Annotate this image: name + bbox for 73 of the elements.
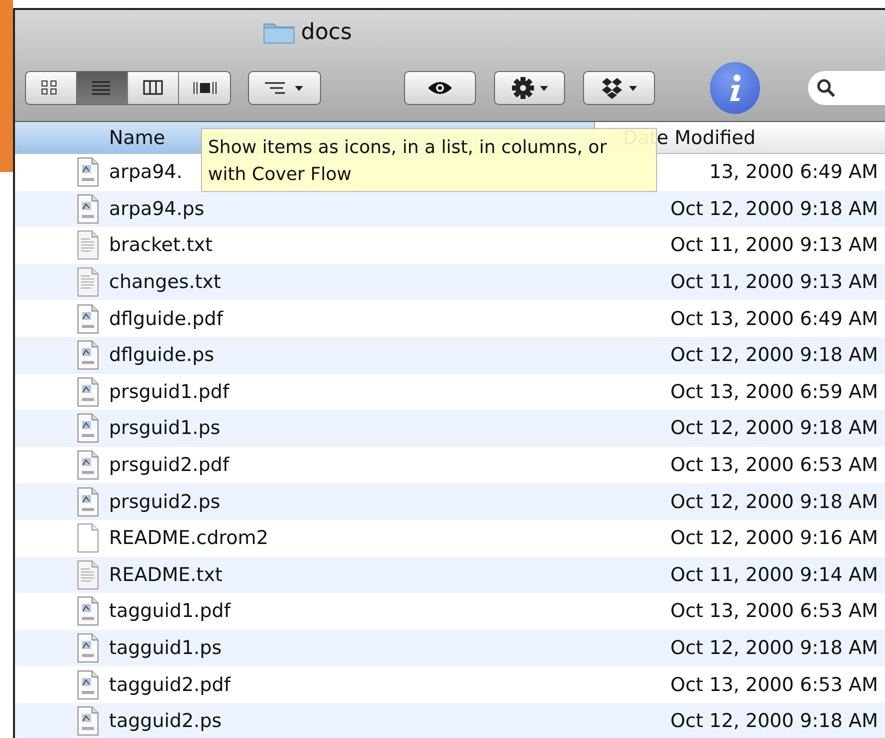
file-name: prsguid2.ps [109,490,220,513]
file-row[interactable]: tagguid2.ps Oct 12, 2000 9:18 AM [15,702,885,738]
dropbox-button[interactable] [583,71,655,105]
file-row[interactable]: prsguid1.ps Oct 12, 2000 9:18 AM [15,410,885,447]
date-modified: Oct 13, 2000 6:49 AM [670,308,878,330]
file-name: tagguid2.ps [109,710,222,732]
file-name: arpa94.ps [109,198,204,220]
date-modified: Oct 13, 2000 6:53 AM [670,600,878,622]
eye-icon [426,80,453,96]
date-modified: Oct 12, 2000 9:18 AM [670,198,878,220]
list-icon [92,80,112,96]
document-icon [77,340,99,370]
file-name: dflguide.pdf [109,308,224,330]
document-icon [77,413,99,444]
document-icon [77,486,99,517]
document-icon [77,633,99,664]
file-row[interactable]: changes.txt Oct 11, 2000 9:13 AM [15,264,885,300]
document-icon [77,304,99,334]
date-modified: Oct 13, 2000 6:59 AM [670,380,878,403]
date-modified: Oct 13, 2000 6:53 AM [670,674,878,696]
document-icon [77,157,99,188]
caret-icon [540,86,548,90]
date-modified: Oct 13, 2000 6:53 AM [670,454,878,476]
file-name: README.cdrom2 [109,527,268,550]
window-title: docs [301,20,352,44]
file-row[interactable]: arpa94.ps Oct 12, 2000 9:18 AM [15,190,885,228]
search-icon [816,78,836,98]
file-name: prsguid1.pdf [109,380,230,403]
file-name: changes.txt [109,271,222,294]
date-modified: Oct 12, 2000 9:18 AM [670,490,878,513]
file-name: prsguid1.ps [109,417,220,440]
document-icon [77,706,99,736]
file-row[interactable]: tagguid1.ps Oct 12, 2000 9:18 AM [15,630,885,666]
view-mode-control[interactable] [25,71,232,105]
coverflow-icon [192,80,217,96]
file-name: arpa94. [109,161,182,184]
text-file-icon [77,267,99,298]
document-icon [77,670,99,700]
file-row[interactable]: prsguid2.ps Oct 12, 2000 9:18 AM [15,483,885,520]
search-field[interactable] [808,71,885,105]
file-row[interactable]: dflguide.ps Oct 12, 2000 9:18 AM [15,336,885,374]
date-modified: Oct 12, 2000 9:18 AM [670,637,878,660]
arrange-button[interactable] [248,71,321,105]
caret-icon [295,86,304,90]
file-name: README.txt [109,564,222,586]
document-icon [77,596,99,626]
quick-look-button[interactable] [404,71,476,105]
date-modified: Oct 12, 2000 9:18 AM [670,417,878,440]
date-modified: 13, 2000 6:49 AM [709,161,878,184]
file-name: tagguid1.pdf [109,600,231,622]
file-name: tagguid2.pdf [109,674,231,696]
date-modified: Oct 12, 2000 9:18 AM [670,344,878,366]
gear-icon [512,77,534,99]
file-name: dflguide.ps [109,344,214,366]
date-modified: Oct 11, 2000 9:13 AM [670,271,878,294]
caret-icon [628,86,637,90]
text-file-icon [77,230,99,260]
file-name: tagguid1.ps [109,637,222,660]
date-modified: Oct 12, 2000 9:16 AM [670,527,878,550]
columns-icon [143,80,164,96]
document-icon [77,194,99,224]
file-name: bracket.txt [109,234,213,256]
date-modified: Oct 11, 2000 9:14 AM [670,564,878,586]
file-name: prsguid2.pdf [109,454,230,476]
file-row[interactable]: README.txt Oct 11, 2000 9:14 AM [15,556,885,594]
dropbox-icon [600,77,623,99]
action-button[interactable] [494,71,566,105]
document-icon [77,450,99,480]
date-modified: Oct 12, 2000 9:18 AM [670,710,878,732]
document-icon [77,376,99,407]
date-modified: Oct 11, 2000 9:13 AM [670,234,878,256]
blank-file-icon [77,523,99,554]
text-file-icon [77,560,99,590]
